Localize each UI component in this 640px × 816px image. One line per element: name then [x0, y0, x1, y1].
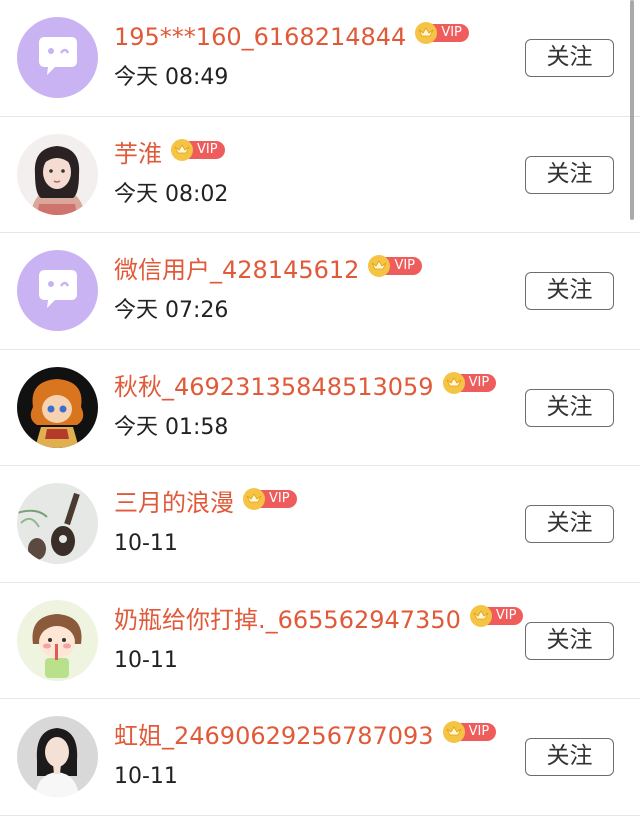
- woman-photo-avatar-icon: [17, 716, 98, 797]
- follow-button[interactable]: 关注: [525, 155, 614, 194]
- user-name-line: 芋淮 VIP: [114, 138, 225, 169]
- user-name-line: 195***160_6168214844 VIP: [114, 22, 469, 52]
- follow-button[interactable]: 关注: [525, 39, 614, 77]
- avatar[interactable]: [17, 599, 98, 681]
- vip-badge: VIP: [368, 255, 423, 277]
- user-name-line: 微信用户_428145612 VIP: [114, 255, 423, 285]
- crown-icon: [171, 138, 193, 161]
- follower-list: 195***160_6168214844 VIP 今天 08:49 关注 芋淮 …: [0, 0, 640, 816]
- vip-badge: VIP: [442, 721, 497, 743]
- follow-time: 今天 07:26: [114, 298, 229, 323]
- user-name[interactable]: 秋秋_46923135848513059: [114, 372, 434, 402]
- crown-icon: [442, 721, 465, 743]
- avatar[interactable]: [17, 133, 98, 215]
- user-name[interactable]: 微信用户_428145612: [114, 255, 359, 285]
- avatar[interactable]: [17, 17, 98, 98]
- follow-button[interactable]: 关注: [525, 388, 614, 427]
- user-name[interactable]: 芋淮: [114, 139, 162, 169]
- list-item[interactable]: 奶瓶给你打掉._665562947350 VIP 10-11 关注: [0, 583, 640, 699]
- girl-photo-avatar-icon: [17, 133, 98, 215]
- avatar[interactable]: [17, 250, 98, 331]
- cartoon-girl-drink-avatar-icon: [17, 599, 98, 681]
- crown-icon: [243, 488, 265, 510]
- vip-badge: VIP: [469, 604, 524, 627]
- vip-badge: VIP: [442, 371, 497, 394]
- list-item[interactable]: 虹姐_24690629256787093 VIP 10-11 关注: [0, 699, 640, 816]
- default-avatar-icon: [17, 250, 98, 331]
- scrollbar[interactable]: [630, 0, 634, 220]
- user-name[interactable]: 奶瓶给你打掉._665562947350: [114, 605, 461, 635]
- crown-icon: [442, 371, 465, 394]
- user-name-line: 秋秋_46923135848513059 VIP: [114, 371, 497, 402]
- list-item[interactable]: 芋淮 VIP 今天 08:02 关注: [0, 117, 640, 233]
- follow-time: 10-11: [114, 764, 178, 789]
- avatar[interactable]: [17, 716, 98, 797]
- vip-badge: VIP: [415, 22, 469, 44]
- user-name-line: 虹姐_24690629256787093 VIP: [114, 721, 497, 751]
- vip-badge: VIP: [171, 138, 225, 161]
- follow-time: 10-11: [114, 531, 178, 556]
- avatar[interactable]: [17, 483, 98, 564]
- follow-time: 今天 01:58: [114, 414, 229, 440]
- follow-button[interactable]: 关注: [525, 738, 614, 776]
- follow-button[interactable]: 关注: [525, 272, 614, 310]
- cartoon-character-avatar-icon: [17, 366, 98, 448]
- avatar[interactable]: [17, 366, 98, 448]
- follow-button[interactable]: 关注: [525, 505, 614, 543]
- user-name[interactable]: 195***160_6168214844: [114, 22, 406, 52]
- guitar-illustration-avatar-icon: [17, 483, 98, 564]
- user-name[interactable]: 三月的浪漫: [114, 488, 234, 518]
- list-item[interactable]: 195***160_6168214844 VIP 今天 08:49 关注: [0, 0, 640, 117]
- follow-time: 今天 08:02: [114, 181, 229, 207]
- follow-button[interactable]: 关注: [525, 621, 614, 660]
- list-item[interactable]: 秋秋_46923135848513059 VIP 今天 01:58 关注: [0, 350, 640, 466]
- vip-badge: VIP: [243, 488, 297, 510]
- default-avatar-icon: [17, 17, 98, 98]
- crown-icon: [469, 604, 492, 627]
- user-name[interactable]: 虹姐_24690629256787093: [114, 721, 434, 751]
- list-item[interactable]: 三月的浪漫 VIP 10-11 关注: [0, 466, 640, 583]
- user-name-line: 三月的浪漫 VIP: [114, 488, 297, 518]
- follow-time: 10-11: [114, 647, 178, 673]
- list-item[interactable]: 微信用户_428145612 VIP 今天 07:26 关注: [0, 233, 640, 350]
- user-name-line: 奶瓶给你打掉._665562947350 VIP: [114, 604, 524, 635]
- follow-time: 今天 08:49: [114, 65, 229, 90]
